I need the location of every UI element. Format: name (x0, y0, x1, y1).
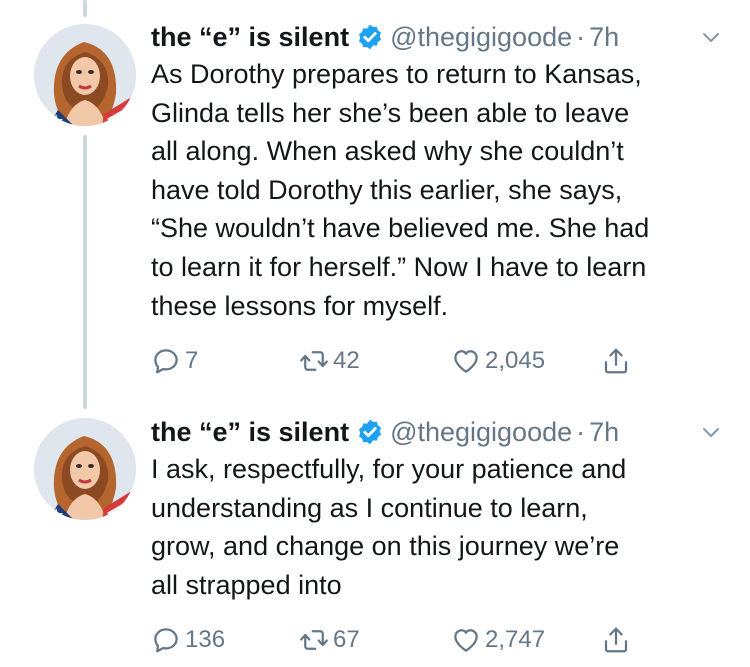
tweet-text-line: all along. When asked why she couldn’t (151, 136, 624, 167)
tweet-text-line: understanding as I continue to learn, (151, 492, 588, 523)
like-count: 2,747 (485, 626, 546, 654)
retweet-button[interactable]: 67 (299, 622, 360, 658)
handle[interactable]: @thegigigoode (390, 414, 572, 450)
like-count: 2,045 (485, 347, 546, 375)
chevron-down-icon[interactable] (701, 27, 721, 47)
display-name[interactable]: the “e” is silent (151, 19, 349, 55)
tweet-text-line: grow, and change on this journey we’re (151, 531, 620, 562)
tweet-actions: 7 42 2,045 (151, 343, 731, 379)
avatar[interactable] (34, 24, 136, 126)
timestamp[interactable]: 7h (589, 19, 619, 55)
separator-dot: · (576, 22, 586, 52)
reply-count: 136 (185, 626, 226, 654)
tweet-text-line: these lessons for myself. (151, 290, 449, 321)
verified-badge-icon (359, 419, 382, 445)
heart-icon (454, 629, 478, 653)
chevron-down-icon[interactable] (701, 422, 721, 442)
heart-icon (454, 350, 478, 373)
avatar-image (34, 418, 136, 520)
like-button[interactable]: 2,747 (451, 622, 545, 658)
tweet-text-line: all strapped into (151, 569, 342, 600)
reply-button[interactable]: 7 (151, 343, 198, 379)
tweet-text-line: “She wouldn’t have believed me. She had (151, 213, 650, 244)
reply-icon (154, 628, 178, 653)
verified-badge-icon (359, 24, 382, 50)
tweet-text-line: I ask, respectfully, for your patience a… (151, 454, 627, 484)
tweet[interactable]: the “e” is silent @thegigigoode · 7h I a… (0, 400, 750, 667)
retweet-icon (300, 630, 328, 651)
reply-icon (154, 349, 178, 374)
tweet-header: the “e” is silent @thegigigoode · 7h (151, 19, 731, 55)
retweet-button[interactable]: 42 (299, 343, 360, 379)
tweet-text-line: As Dorothy prepares to return to Kansas, (151, 59, 642, 89)
tweet-text-line: have told Dorothy this earlier, she says… (151, 174, 623, 205)
tweet[interactable]: the “e” is silent @thegigigoode · 7h As … (0, 0, 750, 400)
share-icon (604, 628, 628, 653)
handle[interactable]: @thegigigoode (390, 19, 572, 55)
avatar-image (34, 24, 136, 126)
separator-dot: · (576, 417, 586, 447)
tweet-actions: 136 67 2,747 (151, 622, 731, 658)
avatar[interactable] (34, 418, 136, 520)
reply-count: 7 (185, 347, 199, 375)
share-button[interactable] (601, 622, 635, 658)
tweet-header: the “e” is silent @thegigigoode · 7h (151, 414, 731, 450)
tweet-text-line: to learn it for herself.” Now I have to … (151, 251, 647, 282)
tweet-text: I ask, respectfully, for your patience a… (151, 450, 731, 604)
display-name[interactable]: the “e” is silent (151, 414, 349, 450)
share-icon (604, 348, 628, 374)
tweet-text-line: Glinda tells her she’s been able to leav… (151, 97, 630, 128)
reply-button[interactable]: 136 (151, 622, 225, 658)
share-button[interactable] (601, 343, 635, 379)
retweet-count: 42 (333, 347, 360, 375)
tweet-text: As Dorothy prepares to return to Kansas,… (151, 55, 731, 325)
retweet-count: 67 (333, 626, 360, 654)
like-button[interactable]: 2,045 (451, 343, 545, 379)
retweet-icon (300, 351, 328, 372)
timestamp[interactable]: 7h (589, 414, 619, 450)
